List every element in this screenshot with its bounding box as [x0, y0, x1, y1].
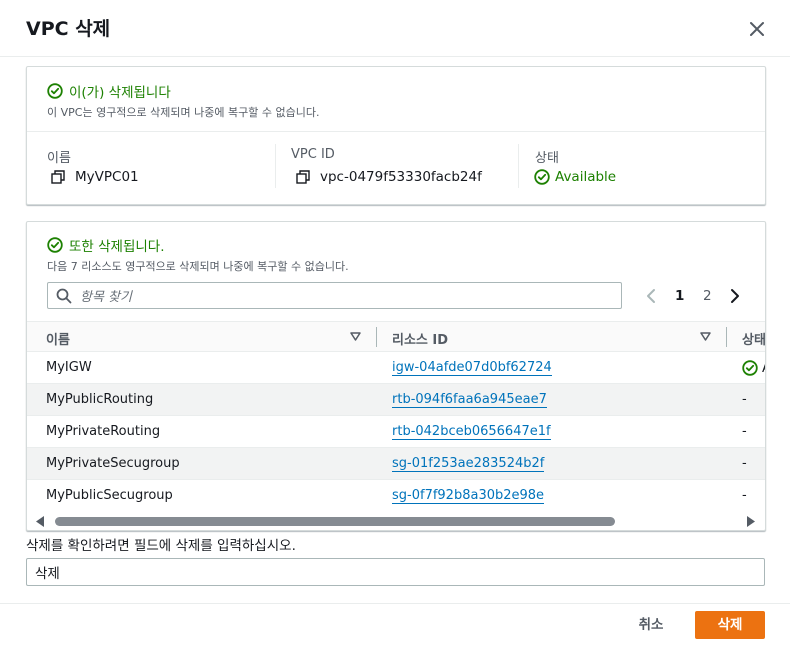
resources-heading-text: 또한 삭제됩니다. [69, 239, 165, 255]
confirm-instruction: 삭제를 확인하려면 필드에 삭제를 입력하십시오. [26, 538, 296, 554]
resources-heading: 또한 삭제됩니다. [47, 235, 165, 255]
column-resizer[interactable] [726, 327, 727, 347]
sort-down-icon[interactable] [700, 332, 711, 341]
sort-down-icon[interactable] [350, 332, 361, 341]
vpc-name: MyVPC01 [75, 169, 139, 185]
horizontal-scrollbar[interactable] [27, 514, 765, 528]
resource-status-text: A [762, 361, 765, 376]
column-resizer[interactable] [376, 327, 377, 347]
resource-status: - [742, 392, 747, 407]
scrollbar-thumb[interactable] [55, 517, 615, 526]
page-1[interactable]: 1 [675, 288, 684, 304]
scroll-right-icon[interactable] [746, 516, 756, 527]
table-row: MyPublicRouting rtb-094f6faa6a945eae7 - [27, 384, 765, 416]
name-label: 이름 [47, 151, 71, 166]
cancel-button[interactable]: 취소 [622, 611, 680, 639]
resource-id-link[interactable]: rtb-042bceb0656647e1f [392, 424, 551, 440]
table-row: MyIGW igw-04afde07d0bf62724 A [27, 352, 765, 384]
resources-subtext: 다음 7 리소스도 영구적으로 삭제되며 나중에 복구할 수 없습니다. [47, 260, 349, 273]
success-check-icon [742, 360, 758, 376]
success-check-icon [47, 83, 63, 99]
copy-icon[interactable] [296, 170, 310, 184]
resource-id-link[interactable]: igw-04afde07d0bf62724 [392, 360, 552, 376]
table-row: MyPublicSecugroup sg-0f7f92b8a30b2e98e - [27, 480, 765, 512]
state-label: 상태 [535, 151, 559, 166]
resource-name: MyPrivateSecugroup [46, 456, 180, 471]
vpc-id-label: VPC ID [291, 147, 335, 162]
search-placeholder: 항목 찾기 [80, 290, 132, 305]
vpc-delete-heading-text: 이(가) 삭제됩니다 [69, 85, 171, 101]
close-icon[interactable] [746, 18, 768, 40]
divider [27, 131, 765, 132]
resource-name: MyPublicRouting [46, 392, 154, 407]
search-icon [56, 288, 72, 303]
resource-name: MyPrivateRouting [46, 424, 161, 439]
copy-icon[interactable] [51, 170, 65, 184]
related-resources-panel: 또한 삭제됩니다. 다음 7 리소스도 영구적으로 삭제되며 나중에 복구할 수… [26, 221, 766, 531]
resource-status: - [742, 424, 747, 439]
success-check-icon [534, 169, 550, 185]
vpc-state: Available [555, 169, 617, 185]
scroll-left-icon[interactable] [35, 516, 45, 527]
resource-name: MyPublicSecugroup [46, 488, 173, 503]
name-value: MyVPC01 [51, 169, 139, 185]
column-header-name[interactable]: 이름 [46, 329, 70, 348]
resource-name: MyIGW [46, 360, 92, 375]
page-2[interactable]: 2 [703, 288, 712, 304]
delete-button[interactable]: 삭제 [695, 611, 765, 639]
column-header-status[interactable]: 상태 [742, 329, 765, 348]
column-separator [275, 144, 276, 188]
resource-status: - [742, 456, 747, 471]
confirm-delete-input[interactable] [26, 558, 765, 586]
table-row: MyPrivateSecugroup sg-01f253ae283524b2f … [27, 448, 765, 480]
modal-header: VPC 삭제 [0, 0, 790, 57]
vpc-summary-panel: 이(가) 삭제됩니다 이 VPC는 영구적으로 삭제되며 나중에 복구할 수 없… [26, 66, 766, 205]
vpc-delete-heading: 이(가) 삭제됩니다 [47, 81, 171, 101]
table-row: MyPrivateRouting rtb-042bceb0656647e1f - [27, 416, 765, 448]
footer-divider [0, 603, 790, 604]
table-header: 이름 리소스 ID 상태 [27, 321, 765, 352]
delete-vpc-modal: VPC 삭제 이(가) 삭제됩니다 이 VPC는 영구적으로 삭제되며 나중에 … [0, 0, 790, 652]
state-value: Available [534, 169, 616, 185]
column-header-resource-id[interactable]: 리소스 ID [392, 329, 448, 348]
resource-id-link[interactable]: sg-01f253ae283524b2f [392, 456, 545, 472]
modal-title: VPC 삭제 [26, 18, 111, 40]
resource-id-link[interactable]: rtb-094f6faa6a945eae7 [392, 392, 547, 408]
resource-id-link[interactable]: sg-0f7f92b8a30b2e98e [392, 488, 545, 504]
vpc-delete-subtext: 이 VPC는 영구적으로 삭제되며 나중에 복구할 수 없습니다. [47, 106, 320, 119]
prev-page-icon[interactable] [644, 284, 658, 308]
vpc-id: vpc-0479f53330facb24f [320, 169, 482, 185]
column-separator [518, 144, 519, 188]
resource-status: A [742, 360, 765, 376]
next-page-icon[interactable] [728, 284, 742, 308]
success-check-icon [47, 237, 63, 253]
search-input[interactable]: 항목 찾기 [47, 282, 622, 309]
resource-status: - [742, 488, 747, 503]
vpc-id-value: vpc-0479f53330facb24f [296, 169, 482, 185]
